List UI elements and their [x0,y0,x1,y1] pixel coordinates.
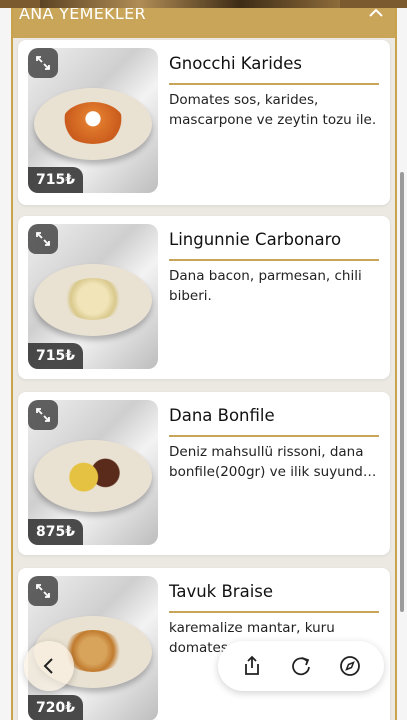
share-button[interactable] [237,651,267,681]
expand-icon[interactable] [28,576,58,606]
menu-item-card[interactable]: 715₺ Lingunnie Carbonaro Dana bacon, par… [18,216,390,379]
dish-name: Gnocchi Karides [169,54,302,73]
dish-image[interactable]: 715₺ [28,224,158,369]
expand-icon[interactable] [28,48,58,78]
menu-item-card[interactable]: 715₺ Gnocchi Karides Domates sos, karide… [18,40,390,205]
browser-toolbar [218,641,384,691]
food-shape [62,278,124,320]
divider [169,259,379,261]
price-badge: 715₺ [28,343,83,369]
header-photo [40,0,340,8]
dish-description: Deniz mahsullü rissoni, dana bonfile(200… [169,444,377,480]
price-badge: 875₺ [28,519,83,545]
dish-description: Dana bacon, parmesan, chili biberi. [169,268,362,304]
header-photo-strip [0,0,407,8]
menu-item-card[interactable]: 875₺ Dana Bonfile Deniz mahsullü rissoni… [18,392,390,555]
dish-name: Dana Bonfile [169,406,275,425]
food-shape [62,454,124,496]
browser-button[interactable] [335,651,365,681]
chevron-up-icon[interactable] [367,8,385,20]
dish-image[interactable]: 715₺ [28,48,158,193]
share-icon [245,655,260,675]
price-badge: 720₺ [28,695,83,720]
reload-icon [292,657,310,676]
price-badge: 715₺ [28,167,83,193]
divider [169,83,379,85]
expand-icon[interactable] [28,224,58,254]
expand-icon[interactable] [28,400,58,430]
food-shape [62,102,124,144]
dish-image[interactable]: 875₺ [28,400,158,545]
section-header[interactable]: ANA YEMEKLER [13,8,395,38]
compass-icon [339,656,360,676]
dish-name: Tavuk Braise [169,582,274,601]
dish-description: Domates sos, karides, mascarpone ve zeyt… [169,92,377,128]
divider [169,435,379,437]
reload-button[interactable] [286,651,316,681]
divider [169,611,379,613]
back-button[interactable] [24,641,74,691]
menu-panel: ANA YEMEKLER 715₺ Gnocchi Karides Domate… [11,8,397,720]
scrollbar[interactable] [400,172,404,612]
dish-name: Lingunnie Carbonaro [169,230,342,249]
section-title: ANA YEMEKLER [19,8,146,23]
chevron-left-icon [43,658,53,674]
